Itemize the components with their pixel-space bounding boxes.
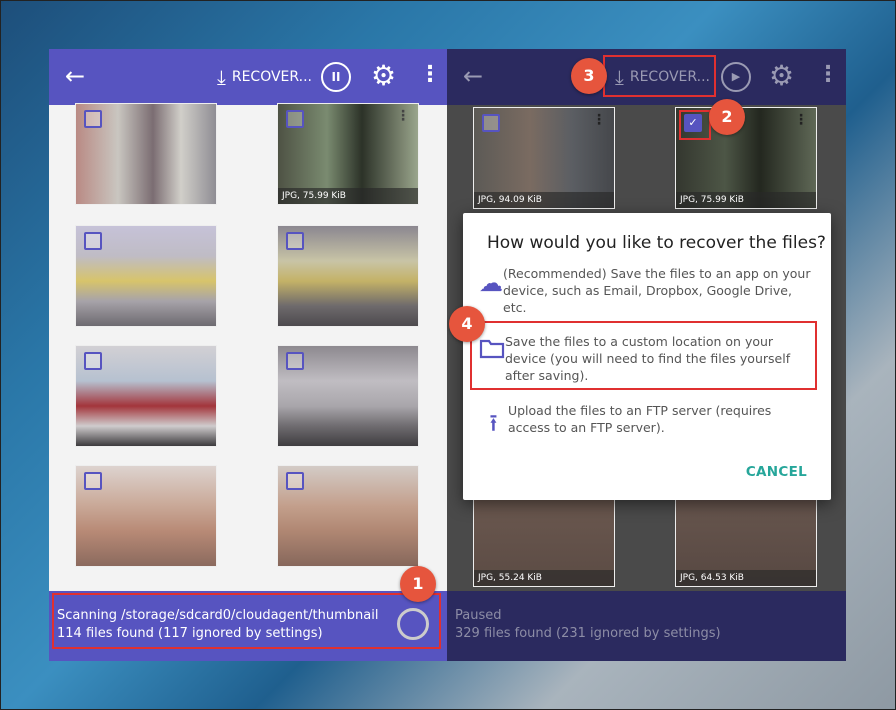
- step-badge-4: 4: [449, 306, 485, 342]
- thumbnail-tile[interactable]: ⋮ JPG, 94.09 KiB: [473, 107, 615, 209]
- settings-gear-icon[interactable]: ⚙: [769, 61, 794, 91]
- recover-label: RECOVER...: [629, 69, 710, 85]
- thumbnail-tile[interactable]: [277, 345, 419, 447]
- pause-icon[interactable]: II: [321, 62, 351, 92]
- thumbnail-tile[interactable]: JPG, 64.53 KiB: [675, 485, 817, 587]
- select-checkbox[interactable]: [286, 110, 304, 128]
- cancel-button[interactable]: CANCEL: [746, 464, 807, 480]
- selected-checkbox[interactable]: ✓: [684, 114, 702, 132]
- scan-status-path: Scanning /storage/sdcard0/cloudagent/thu…: [57, 608, 379, 623]
- file-caption: JPG, 55.24 KiB: [474, 570, 614, 586]
- tile-menu-icon[interactable]: ⋮: [794, 112, 808, 128]
- thumbnail-tile[interactable]: ⋮ JPG, 75.99 KiB: [277, 103, 419, 205]
- option-save-to-app[interactable]: ☁ (Recommended) Save the files to an app…: [479, 265, 815, 316]
- file-caption: JPG, 64.53 KiB: [676, 570, 816, 586]
- step-badge-1: 1: [400, 566, 436, 602]
- progress-spinner-icon: [397, 608, 429, 640]
- back-arrow-icon[interactable]: ←: [65, 63, 91, 89]
- select-checkbox[interactable]: [286, 472, 304, 490]
- select-checkbox[interactable]: [84, 472, 102, 490]
- step-badge-2: 2: [709, 99, 745, 135]
- upload-icon: ⭱: [489, 409, 498, 437]
- scan-status-bar: Paused 329 files found (231 ignored by s…: [447, 591, 846, 661]
- overflow-menu-icon[interactable]: ⋮: [817, 62, 839, 88]
- thumbnail-tile[interactable]: [75, 103, 217, 205]
- recover-button[interactable]: ⤓ RECOVER...: [615, 63, 710, 91]
- thumbnail-tile[interactable]: [277, 225, 419, 327]
- files-found-count: 114 files found (117 ignored by settings…: [57, 626, 323, 641]
- files-found-count: 329 files found (231 ignored by settings…: [455, 626, 721, 641]
- tile-menu-icon[interactable]: ⋮: [592, 112, 606, 128]
- option-upload-ftp[interactable]: ⭱ Upload the files to an FTP server (req…: [479, 402, 815, 447]
- right-toolbar: ← ⤓ RECOVER... ▶ ⚙ ⋮: [447, 49, 846, 105]
- recover-options-dialog: How would you like to recover the files?…: [463, 213, 831, 500]
- thumbnail-tile[interactable]: [75, 465, 217, 567]
- scan-status-label: Paused: [455, 608, 502, 623]
- back-arrow-icon[interactable]: ←: [463, 63, 489, 89]
- thumbnail-tile[interactable]: ✓ ⋮ JPG, 75.99 KiB: [675, 107, 817, 209]
- dialog-title: How would you like to recover the files?: [487, 233, 826, 253]
- download-icon: ⤓: [615, 65, 624, 89]
- download-icon: ⤓: [217, 65, 226, 89]
- overflow-menu-icon[interactable]: ⋮: [419, 62, 441, 88]
- folder-icon: [479, 337, 505, 384]
- thumbnail-tile[interactable]: [277, 465, 419, 567]
- scan-status-bar: Scanning /storage/sdcard0/cloudagent/thu…: [49, 591, 447, 661]
- tile-menu-icon[interactable]: ⋮: [396, 108, 410, 124]
- recover-button[interactable]: ⤓ RECOVER...: [217, 63, 312, 91]
- file-caption: JPG, 94.09 KiB: [474, 192, 614, 208]
- thumbnail-tile[interactable]: [75, 225, 217, 327]
- option-text: Save the files to a custom location on y…: [505, 334, 791, 383]
- thumbnail-tile[interactable]: JPG, 55.24 KiB: [473, 485, 615, 587]
- file-caption: JPG, 75.99 KiB: [676, 192, 816, 208]
- file-caption: JPG, 75.99 KiB: [278, 188, 418, 204]
- option-text: Upload the files to an FTP server (requi…: [507, 403, 772, 435]
- resume-play-icon[interactable]: ▶: [721, 62, 751, 92]
- left-toolbar: ← ⤓ RECOVER... II ⚙ ⋮: [49, 49, 447, 105]
- left-app-panel: ← ⤓ RECOVER... II ⚙ ⋮ ⋮ JPG, 75.99 KiB S…: [49, 49, 447, 661]
- thumbnail-grid: ⋮ JPG, 75.99 KiB: [49, 103, 447, 661]
- step-badge-3: 3: [571, 58, 607, 94]
- select-checkbox[interactable]: [84, 352, 102, 370]
- select-checkbox[interactable]: [84, 110, 102, 128]
- select-checkbox[interactable]: [286, 232, 304, 250]
- select-checkbox[interactable]: [482, 114, 500, 132]
- option-text: (Recommended) Save the files to an app o…: [503, 266, 811, 315]
- option-save-custom-location[interactable]: Save the files to a custom location on y…: [479, 333, 815, 384]
- cloud-upload-icon: ☁: [479, 269, 503, 297]
- select-checkbox[interactable]: [84, 232, 102, 250]
- settings-gear-icon[interactable]: ⚙: [371, 61, 396, 91]
- select-checkbox[interactable]: [286, 352, 304, 370]
- thumbnail-tile[interactable]: [75, 345, 217, 447]
- recover-label: RECOVER...: [231, 69, 312, 85]
